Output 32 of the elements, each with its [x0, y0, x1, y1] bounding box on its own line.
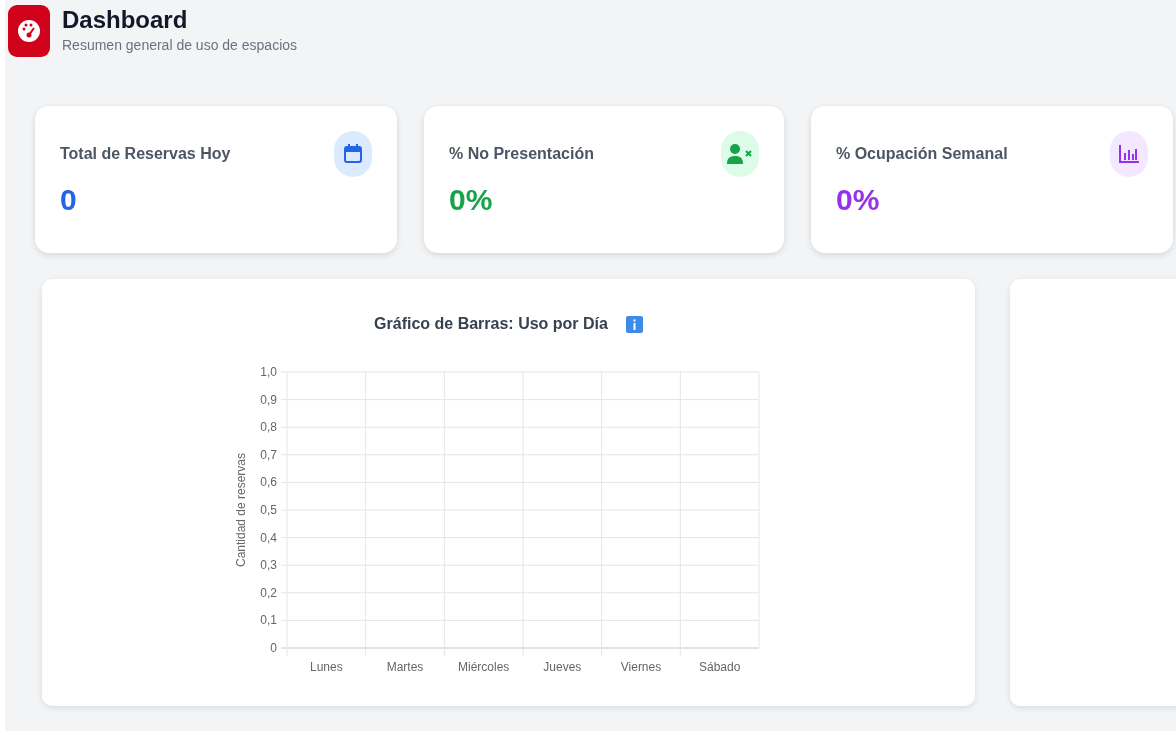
- page-title: Dashboard: [62, 5, 189, 35]
- info-icon[interactable]: [625, 315, 643, 333]
- stat-value: 0%: [449, 183, 493, 217]
- y-tick-label: 0,4: [259, 530, 277, 545]
- y-tick-label: 0,1: [259, 613, 277, 628]
- calendar-icon: [344, 144, 362, 164]
- user-remove-icon: [727, 144, 753, 164]
- y-tick-label: 0,3: [259, 558, 277, 573]
- stat-label: Total de Reservas Hoy: [60, 145, 231, 163]
- y-tick-label: 0,6: [259, 475, 277, 490]
- x-tick-label: Jueves: [542, 660, 581, 674]
- stat-label: % No Presentación: [449, 145, 594, 163]
- x-tick-label: Viernes: [620, 660, 661, 674]
- x-tick-label: Miércoles: [457, 660, 509, 674]
- x-tick-label: Lunes: [309, 660, 343, 674]
- stat-value: 0: [60, 183, 77, 217]
- stat-label: % Ocupación Semanal: [836, 145, 1008, 163]
- y-tick-label: 0,8: [259, 420, 277, 435]
- x-tick-label: Sábado: [698, 660, 740, 674]
- x-tick-label: Martes: [386, 660, 423, 674]
- y-tick-label: 0,7: [259, 447, 277, 462]
- y-tick-label: 0,9: [259, 392, 277, 407]
- chart-title: Gráfico de Barras: Uso por Día: [374, 315, 608, 333]
- y-tick-label: 0,5: [259, 503, 277, 517]
- bar-chart-icon: [1119, 145, 1139, 163]
- y-tick-label: 1,0: [259, 365, 277, 379]
- y-tick-label: 0: [269, 641, 277, 655]
- stat-value: 0%: [836, 183, 880, 217]
- gauge-icon: [17, 19, 41, 43]
- page-subtitle: Resumen general de uso de espacios: [62, 37, 298, 53]
- y-axis-title: Cantidad de reservas: [233, 452, 248, 568]
- y-tick-label: 0,2: [259, 585, 277, 600]
